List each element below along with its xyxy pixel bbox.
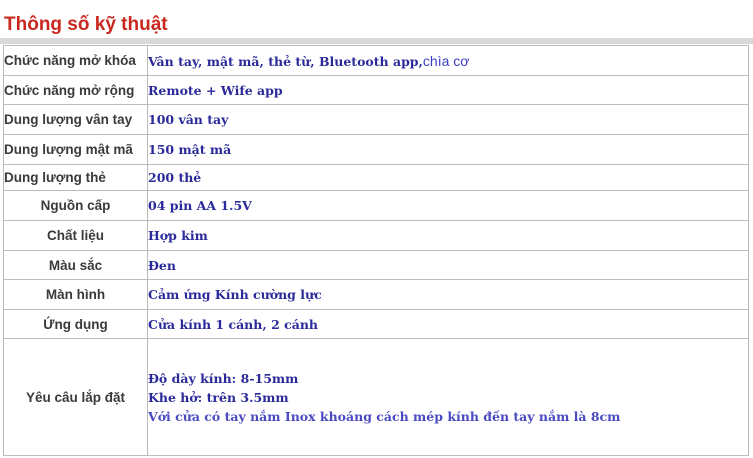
row-value: Vân tay, mật mã, thẻ từ, Bluetooth app,c… [147,45,749,76]
row-label: Yêu câu lắp đặt [3,338,148,456]
row-label: Chức năng mở khóa [3,45,148,76]
table-row: Màn hình Cảm ứng Kính cường lực [3,279,749,310]
title-underline [0,38,753,44]
table-row: Ứng dụng Cửa kính 1 cánh, 2 cánh [3,309,749,339]
row-value: 150 mật mã [147,134,749,165]
row-label: Ứng dụng [3,309,148,339]
row-value: Cửa kính 1 cánh, 2 cánh [147,309,749,339]
row-value-text: Vân tay, mật mã, thẻ từ, Bluetooth app, [148,53,423,69]
row-label: Dung lượng thẻ [3,164,148,191]
install-line: Với cửa có tay nắm Inox khoáng cách mép … [148,408,621,424]
install-line: Độ dày kính: 8-15mm [148,370,299,386]
table-row: Nguồn cấp 04 pin AA 1.5V [3,190,749,221]
table-row: Dung lượng thẻ 200 thẻ [3,164,749,191]
row-label: Màn hình [3,279,148,310]
row-label: Màu sắc [3,250,148,280]
row-value: 100 vân tay [147,104,749,135]
table-row-install: Yêu câu lắp đặt Độ dày kính: 8-15mm Khe … [3,338,749,456]
row-label: Chất liệu [3,220,148,251]
row-value: Remote + Wife app [147,75,749,105]
row-label: Chức năng mở rộng [3,75,148,105]
row-label: Nguồn cấp [3,190,148,221]
row-label: Dung lượng mật mã [3,134,148,165]
row-value: 200 thẻ [147,164,749,191]
row-value: 04 pin AA 1.5V [147,190,749,221]
row-value-extra: chìa cơ [422,52,470,69]
table-row: Chức năng mở khóa Vân tay, mật mã, thẻ t… [3,45,749,76]
row-label: Dung lượng vân tay [3,104,148,135]
table-row: Màu sắc Đen [3,250,749,280]
row-value: Cảm ứng Kính cường lực [147,279,749,310]
install-requirements: Độ dày kính: 8-15mm Khe hở: trên 3.5mm V… [147,338,749,456]
row-value: Đen [147,250,749,280]
table-row: Chất liệu Hợp kim [3,220,749,251]
row-value: Hợp kim [147,220,749,251]
spec-table: Chức năng mở khóa Vân tay, mật mã, thẻ t… [3,45,749,456]
install-line: Khe hở: trên 3.5mm [148,389,289,405]
table-row: Chức năng mở rộng Remote + Wife app [3,75,749,105]
table-row: Dung lượng mật mã 150 mật mã [3,134,749,165]
table-row: Dung lượng vân tay 100 vân tay [3,104,749,135]
section-title: Thông số kỹ thuật [4,14,168,35]
